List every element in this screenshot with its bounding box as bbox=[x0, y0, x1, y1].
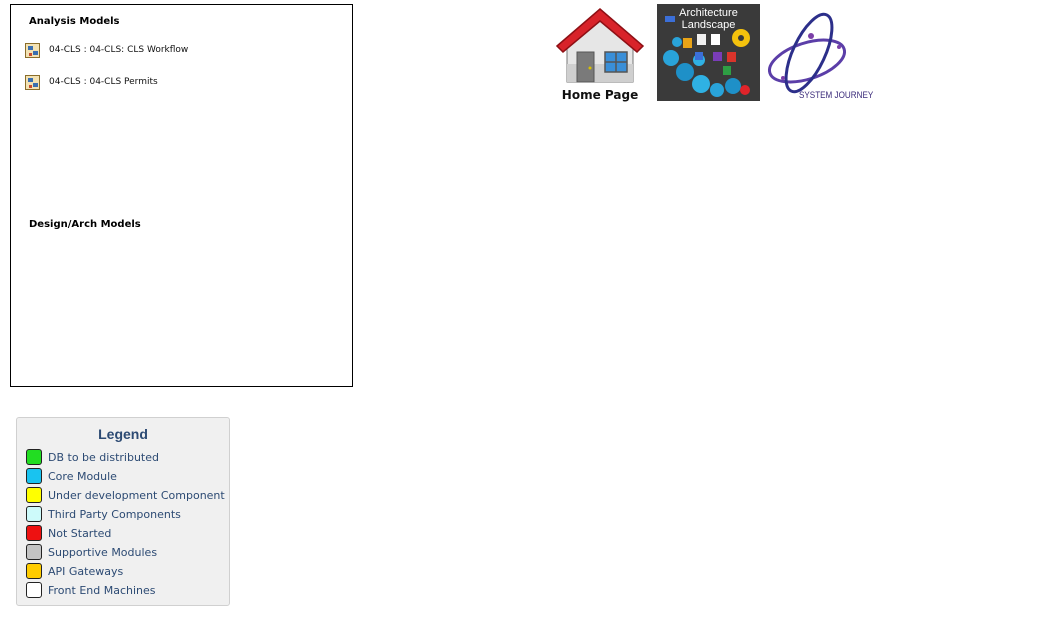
legend-item-label: Core Module bbox=[48, 469, 117, 483]
architecture-title-line2: Landscape bbox=[681, 19, 736, 31]
legend-title: Legend bbox=[98, 426, 148, 442]
legend-item: Core Module bbox=[26, 467, 117, 485]
legend-item: Front End Machines bbox=[26, 581, 156, 599]
color-swatch bbox=[26, 506, 42, 522]
legend-panel: Legend DB to be distributed Core Module … bbox=[16, 417, 230, 606]
color-swatch bbox=[26, 525, 42, 541]
analysis-models-heading: Analysis Models bbox=[29, 16, 120, 27]
home-page-link[interactable]: Home Page bbox=[553, 6, 647, 102]
legend-item: Not Started bbox=[26, 524, 111, 542]
legend-item: API Gateways bbox=[26, 562, 123, 580]
analysis-diagram-icon bbox=[25, 42, 40, 58]
legend-item-label: Supportive Modules bbox=[48, 545, 158, 559]
architecture-landscape-title: Architecture Landscape bbox=[657, 7, 760, 31]
legend-item-label: Third Party Components bbox=[48, 507, 181, 521]
model-item-label: 04-CLS : 04-CLS: CLS Workflow bbox=[49, 45, 189, 55]
model-item-cls-permits[interactable]: 04-CLS : 04-CLS Permits bbox=[25, 73, 158, 91]
legend-item: Supportive Modules bbox=[26, 543, 157, 561]
color-swatch bbox=[26, 487, 42, 503]
legend-item: Third Party Components bbox=[26, 505, 181, 523]
legend-item: Under development Component bbox=[26, 486, 225, 504]
legend-item: DB to be distributed bbox=[26, 448, 159, 466]
models-panel: Analysis Models 04-CLS : 04-CLS: CLS Wor… bbox=[10, 4, 353, 387]
model-item-cls-workflow[interactable]: 04-CLS : 04-CLS: CLS Workflow bbox=[25, 41, 188, 59]
architecture-title-line1: Architecture bbox=[679, 7, 738, 19]
home-page-label: Home Page bbox=[561, 88, 639, 102]
legend-item-label: DB to be distributed bbox=[48, 450, 159, 464]
color-swatch bbox=[26, 582, 42, 598]
color-swatch bbox=[26, 544, 42, 560]
legend-item-label: Front End Machines bbox=[48, 583, 156, 597]
legend-item-label: Not Started bbox=[48, 526, 112, 540]
house-icon bbox=[555, 8, 645, 83]
legend-item-label: Under development Component bbox=[48, 488, 225, 502]
architecture-landscape-link[interactable]: Architecture Landscape bbox=[657, 4, 760, 101]
color-swatch bbox=[26, 449, 42, 465]
system-journey-link[interactable]: SYSTEM JOURNEY bbox=[765, 3, 875, 103]
model-item-label: 04-CLS : 04-CLS Permits bbox=[49, 77, 158, 87]
design-arch-models-heading: Design/Arch Models bbox=[29, 219, 141, 230]
color-swatch bbox=[26, 468, 42, 484]
system-journey-logo-icon bbox=[767, 12, 847, 94]
analysis-diagram-icon bbox=[25, 74, 40, 90]
legend-item-label: API Gateways bbox=[48, 564, 124, 578]
color-swatch bbox=[26, 563, 42, 579]
system-journey-label: SYSTEM JOURNEY bbox=[799, 90, 874, 100]
